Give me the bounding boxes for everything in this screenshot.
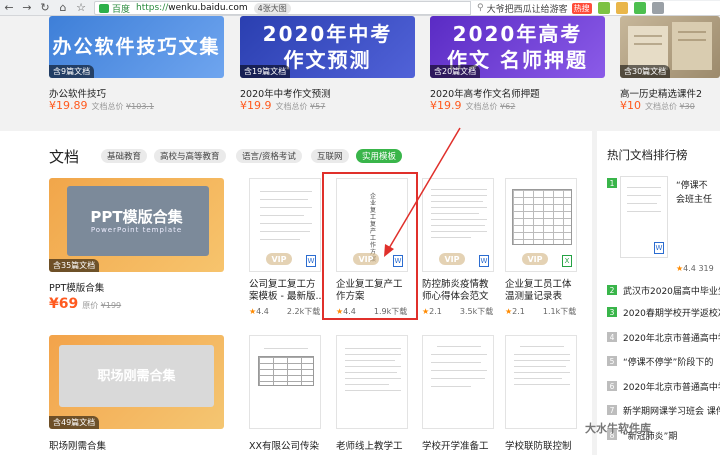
ranking-featured-thumb[interactable]: W <box>620 176 668 258</box>
rank-number: 1 <box>607 178 617 188</box>
rank-number: 3 <box>607 307 617 317</box>
ranking-item-text[interactable]: “停课不 <box>676 178 708 191</box>
word-file-icon: W <box>654 242 664 254</box>
doc-title[interactable]: 学校联防联控制 <box>505 438 572 452</box>
rank-number: 5 <box>607 356 617 366</box>
rank-number: 7 <box>607 405 617 415</box>
collection-title[interactable]: 职场刚需合集 <box>49 438 106 452</box>
doc-title[interactable]: 老师线上教学工 <box>336 438 403 452</box>
ranking-item-text[interactable]: 新学期网课学习班会 课件 <box>623 404 720 417</box>
ranking-item-text[interactable]: 会班主任 <box>676 192 712 205</box>
ranking-item-meta: ★4.4 319 <box>676 264 714 273</box>
doc-thumbnail[interactable] <box>249 335 321 429</box>
doc-title[interactable]: 学校开学准备工 <box>422 438 489 452</box>
ranking-item-rating: 4.4 319 <box>683 264 714 273</box>
rank-number: 4 <box>607 332 617 342</box>
doc-thumbnail[interactable] <box>505 335 577 429</box>
doc-title[interactable]: XX有限公司传染 <box>249 438 319 452</box>
collection-card-workplace[interactable]: 职场刚需合集 含49篇文档 <box>49 335 224 429</box>
ranking-title: 热门文档排行榜 <box>607 148 688 162</box>
watermark: 大水牛软件库 <box>585 422 651 435</box>
doc-thumbnail[interactable] <box>336 335 408 429</box>
doc-count-badge: 含49篇文档 <box>49 416 100 429</box>
ranking-item-text[interactable]: 2020春期学校开学返校准 <box>623 306 720 319</box>
ranking-item-text[interactable]: 2020年北京市普通高中学 <box>623 380 720 393</box>
doc-thumbnail[interactable] <box>422 335 494 429</box>
browser-window: ← → ↻ ⌂ ☆ 百度 https:// wenku.baidu.com 4张… <box>0 0 720 455</box>
workplace-banner-text: 职场刚需合集 <box>97 369 176 384</box>
rank-number: 6 <box>607 381 617 391</box>
ranking-item-text[interactable]: “停课不停学”阶段下的 <box>623 355 713 368</box>
table-grid <box>258 356 314 386</box>
ranking-item-text[interactable]: 武汉市2020届高中毕业生 <box>623 284 720 297</box>
ranking-item-text[interactable]: 2020年北京市普通高中学 <box>623 331 720 344</box>
rank-number: 2 <box>607 285 617 295</box>
